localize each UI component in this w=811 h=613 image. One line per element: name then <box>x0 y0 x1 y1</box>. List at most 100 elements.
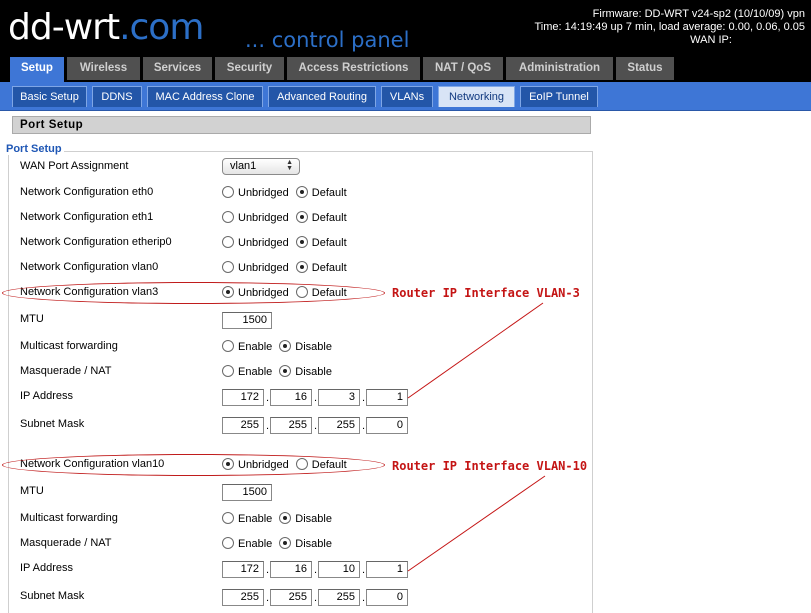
vlan3-mask-octet-1[interactable]: 255 <box>222 417 264 434</box>
net-config-eth1-radios: Unbridged Default <box>222 211 347 224</box>
radio-button-checked-icon[interactable] <box>279 365 292 377</box>
header-banner: dd-wrt.com ... control panel Firmware: D… <box>0 0 811 57</box>
vlan10-ip-octet-3[interactable]: 10 <box>318 561 360 578</box>
vlan10-mask-octet-1[interactable]: 255 <box>222 589 264 606</box>
radio-unbridged[interactable]: Unbridged <box>222 261 289 274</box>
vlan3-mask-octet-3[interactable]: 255 <box>318 417 360 434</box>
radio-unbridged[interactable]: Unbridged <box>222 211 289 224</box>
vlan10-ip-label: IP Address <box>20 562 73 574</box>
ip-dot: . <box>266 564 270 576</box>
radio-button-icon[interactable] <box>222 365 234 377</box>
radio-button-icon[interactable] <box>222 236 234 248</box>
radio-button-checked-icon[interactable] <box>279 537 292 549</box>
wan-ip-label: WAN IP: <box>690 34 732 46</box>
subtab-advanced-routing[interactable]: Advanced Routing <box>268 86 376 107</box>
tab-setup[interactable]: Setup <box>10 57 64 82</box>
firmware-version: Firmware: DD-WRT v24-sp2 (10/10/09) vpn <box>592 8 805 20</box>
wan-port-value: vlan1 <box>230 160 257 172</box>
vlan10-ip-octet-4[interactable]: 1 <box>366 561 408 578</box>
net-config-eth0-radios: Unbridged Default <box>222 186 347 199</box>
vlan10-mtu-label: MTU <box>20 485 44 497</box>
vlan3-ip-octet-4[interactable]: 1 <box>366 389 408 406</box>
section-title: Port Setup <box>12 116 591 134</box>
vlan10-multicast-label: Multicast forwarding <box>20 512 118 524</box>
subtab-networking[interactable]: Networking <box>438 86 515 107</box>
radio-enable[interactable]: Enable <box>222 340 272 353</box>
tab-services[interactable]: Services <box>143 57 212 80</box>
radio-enable[interactable]: Enable <box>222 365 272 378</box>
radio-label: Enable <box>238 366 273 378</box>
vlan3-mtu-label: MTU <box>20 313 44 325</box>
radio-button-icon[interactable] <box>222 512 234 524</box>
radio-unbridged[interactable]: Unbridged <box>222 236 289 249</box>
vlan3-ip-octet-1[interactable]: 172 <box>222 389 264 406</box>
ip-dot: . <box>314 592 318 604</box>
ip-dot: . <box>362 564 366 576</box>
radio-unbridged[interactable]: Unbridged <box>222 186 289 199</box>
radio-label: Unbridged <box>238 212 289 224</box>
tab-status[interactable]: Status <box>616 57 674 80</box>
vlan3-mask-label: Subnet Mask <box>20 418 85 430</box>
radio-enable[interactable]: Enable <box>222 512 272 525</box>
vlan3-ip-octet-2[interactable]: 16 <box>270 389 312 406</box>
radio-label: Disable <box>295 341 332 353</box>
radio-button-icon[interactable] <box>222 340 234 352</box>
radio-button-icon[interactable] <box>222 186 234 198</box>
subtab-mac-address-clone[interactable]: MAC Address Clone <box>147 86 263 107</box>
radio-button-checked-icon[interactable] <box>295 236 308 248</box>
annotation-vlan10: Router IP Interface VLAN-10 <box>392 459 588 473</box>
select-arrows-icon: ▲ ▼ <box>286 159 293 172</box>
radio-button-icon[interactable] <box>222 537 234 549</box>
router-info: Firmware: DD-WRT v24-sp2 (10/10/09) vpn … <box>535 8 805 47</box>
ip-dot: . <box>362 592 366 604</box>
vlan10-ip-octet-2[interactable]: 16 <box>270 561 312 578</box>
radio-label: Unbridged <box>238 187 289 199</box>
net-config-eth1-label: Network Configuration eth1 <box>20 211 154 223</box>
radio-disable[interactable]: Disable <box>279 365 332 378</box>
radio-button-checked-icon[interactable] <box>295 211 308 223</box>
radio-default[interactable]: Default <box>295 211 347 224</box>
subtab-vlans[interactable]: VLANs <box>381 86 433 107</box>
tab-access-restrictions[interactable]: Access Restrictions <box>287 57 420 80</box>
tab-security[interactable]: Security <box>215 57 284 80</box>
vlan10-mask-octet-3[interactable]: 255 <box>318 589 360 606</box>
wan-port-select[interactable]: vlan1 ▲ ▼ <box>222 158 300 175</box>
radio-disable[interactable]: Disable <box>279 340 332 353</box>
vlan3-mask-octet-4[interactable]: 0 <box>366 417 408 434</box>
subtab-ddns[interactable]: DDNS <box>92 86 142 107</box>
ip-dot: . <box>314 420 318 432</box>
tab-administration[interactable]: Administration <box>506 57 613 80</box>
tab-nat-qos[interactable]: NAT / QoS <box>423 57 503 80</box>
radio-button-checked-icon[interactable] <box>279 512 292 524</box>
radio-label: Default <box>311 212 347 224</box>
net-config-vlan0-label: Network Configuration vlan0 <box>20 261 159 273</box>
vlan3-mask-octet-2[interactable]: 255 <box>270 417 312 434</box>
radio-disable[interactable]: Disable <box>279 537 332 550</box>
vlan10-mask-octet-2[interactable]: 255 <box>270 589 312 606</box>
radio-default[interactable]: Default <box>295 236 347 249</box>
radio-label: Enable <box>238 513 273 525</box>
tab-wireless[interactable]: Wireless <box>67 57 140 80</box>
vlan10-mtu-input[interactable]: 1500 <box>222 484 272 501</box>
ip-dot: . <box>314 392 318 404</box>
vlan10-ip-octet-1[interactable]: 172 <box>222 561 264 578</box>
vlan3-ip-octet-3[interactable]: 3 <box>318 389 360 406</box>
radio-button-checked-icon[interactable] <box>279 340 292 352</box>
vlan3-nat-radios: Enable Disable <box>222 365 332 378</box>
vlan10-highlight-ellipse <box>2 454 385 476</box>
ip-dot: . <box>266 392 270 404</box>
radio-disable[interactable]: Disable <box>279 512 332 525</box>
radio-default[interactable]: Default <box>295 261 347 274</box>
vlan10-mask-octet-4[interactable]: 0 <box>366 589 408 606</box>
vlan3-mtu-input[interactable]: 1500 <box>222 312 272 329</box>
radio-button-checked-icon[interactable] <box>295 261 308 273</box>
radio-label: Default <box>311 262 347 274</box>
subtab-basic-setup[interactable]: Basic Setup <box>12 86 87 107</box>
radio-button-checked-icon[interactable] <box>295 186 308 198</box>
subtab-eoip-tunnel[interactable]: EoIP Tunnel <box>520 86 598 107</box>
radio-label: Default <box>311 237 347 249</box>
radio-button-icon[interactable] <box>222 261 234 273</box>
radio-default[interactable]: Default <box>295 186 347 199</box>
radio-enable[interactable]: Enable <box>222 537 272 550</box>
radio-button-icon[interactable] <box>222 211 234 223</box>
